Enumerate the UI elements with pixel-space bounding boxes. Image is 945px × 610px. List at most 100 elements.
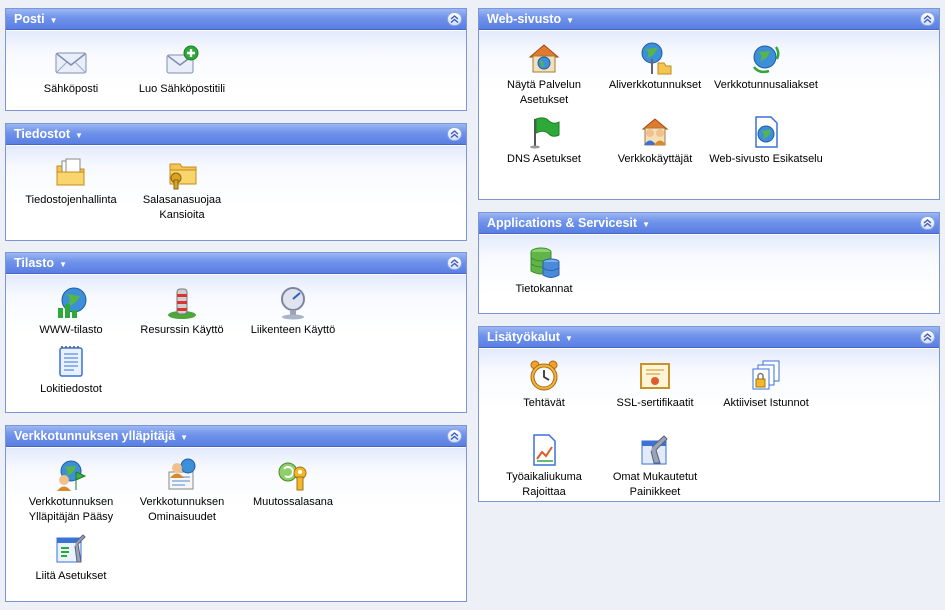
item-omat-painikkeet[interactable]: Omat Mukautetut Painikkeet	[597, 433, 713, 500]
dropdown-arrow-icon[interactable]: ▼	[59, 260, 67, 269]
database-icon	[530, 247, 560, 278]
item-label: DNS Asetukset	[507, 153, 581, 165]
item-www-tilasto[interactable]: WWW-tilasto	[13, 286, 129, 338]
item-label: Liitä Asetukset	[35, 570, 107, 582]
panel-header-tiedostot[interactable]: Tiedostot ▼	[6, 124, 466, 145]
panel-header-lisatyokalut[interactable]: Lisätyökalut ▼	[479, 327, 939, 348]
collapse-icon[interactable]	[447, 256, 462, 270]
envelope-icon	[55, 52, 87, 74]
domain-aliases-icon	[752, 45, 780, 74]
collapse-icon[interactable]	[447, 12, 462, 26]
dropdown-arrow-icon[interactable]: ▼	[566, 16, 574, 25]
file-manager-icon	[56, 158, 85, 186]
timeline-chart-icon	[533, 434, 556, 466]
collapse-icon[interactable]	[920, 216, 935, 230]
item-yllapitajan-paasy[interactable]: Verkkotunnuksen Ylläpitäjän Pääsy	[13, 458, 129, 525]
item-lokitiedostot[interactable]: Lokitiedostot	[13, 345, 129, 397]
panel-posti: Posti ▼ Sähköposti Luo Sähköpostitili	[5, 8, 467, 111]
subdomains-icon	[641, 42, 672, 75]
panel-body: Sähköposti Luo Sähköpostitili	[6, 31, 466, 110]
item-tietokannat[interactable]: Tietokannat	[486, 245, 602, 297]
item-liikenteen-kaytto[interactable]: Liikenteen Käyttö	[235, 286, 351, 338]
item-label: Lokitiedostot	[40, 383, 102, 395]
panel-title: Web-sivusto	[487, 12, 562, 26]
traffic-usage-icon	[281, 287, 305, 320]
collapse-icon[interactable]	[447, 127, 462, 141]
panel-header-posti[interactable]: Posti ▼	[6, 9, 466, 30]
item-muutossalasana[interactable]: Muutossalasana	[235, 458, 351, 510]
panel-body: WWW-tilasto Resurssin Käyttö Liikenteen …	[6, 275, 466, 412]
dropdown-arrow-icon[interactable]: ▼	[50, 16, 58, 25]
item-tyoaikaliukuma[interactable]: Työaikaliukuma Rajoittaa	[486, 433, 602, 500]
add-email-icon	[166, 45, 199, 74]
site-preview-icon	[755, 116, 778, 148]
item-label: Sähköposti	[43, 83, 99, 95]
item-label: Tiedostojenhallinta	[25, 194, 117, 206]
item-label: Tietokannat	[515, 283, 573, 295]
panel-tilasto: Tilasto ▼ WWW-tilasto Resurssin Käyttö L…	[5, 252, 467, 413]
item-label: Omat Mukautetut Painikkeet	[612, 471, 698, 498]
item-label: Työaikaliukuma Rajoittaa	[506, 471, 582, 498]
panel-title: Tiedostot	[14, 127, 71, 141]
panel-title: Posti	[14, 12, 45, 26]
item-sahkoposti[interactable]: Sähköposti	[13, 45, 129, 97]
panel-tiedostot: Tiedostot ▼ Tiedostojenhallinta Salasana…	[5, 123, 467, 241]
item-label: Web-sivusto Esikatselu	[709, 153, 823, 165]
item-label: Aliverkkotunnukset	[608, 79, 702, 91]
collapse-icon[interactable]	[920, 330, 935, 344]
custom-buttons-icon	[641, 435, 668, 465]
item-label: Muutossalasana	[252, 496, 334, 508]
service-settings-icon	[528, 44, 560, 73]
panel-websivusto: Web-sivusto ▼ Näytä Palvelun Asetukset A…	[478, 8, 940, 200]
change-password-icon	[278, 462, 307, 491]
panel-body: Verkkotunnuksen Ylläpitäjän Pääsy Verkko…	[6, 448, 466, 601]
collapse-icon[interactable]	[447, 429, 462, 443]
item-label: Näytä Palvelun Asetukset	[507, 79, 581, 106]
item-tehtavat[interactable]: Tehtävät	[486, 359, 602, 411]
item-label: WWW-tilasto	[39, 324, 103, 336]
item-ominaisuudet[interactable]: Verkkotunnuksen Ominaisuudet	[124, 458, 240, 525]
dropdown-arrow-icon[interactable]: ▼	[565, 334, 573, 343]
item-label: Aktiiviset Istunnot	[723, 397, 809, 409]
item-tiedostojenhallinta[interactable]: Tiedostojenhallinta	[13, 156, 129, 208]
panel-body: Tiedostojenhallinta Salasanasuojaa Kansi…	[6, 146, 466, 240]
item-ssl-sertifikaatit[interactable]: SSL-sertifikaatit	[597, 359, 713, 411]
item-label: Verkkotunnuksen Ominaisuudet	[139, 496, 225, 523]
item-label: Verkkokäyttäjät	[617, 153, 693, 165]
dropdown-arrow-icon[interactable]: ▼	[642, 220, 650, 229]
item-websivusto-esikatselu[interactable]: Web-sivusto Esikatselu	[708, 115, 824, 167]
item-salasanasuojaa[interactable]: Salasanasuojaa Kansioita	[124, 156, 240, 223]
panel-yllapitaja: Verkkotunnuksen ylläpitäjä ▼ Verkkotunnu…	[5, 425, 467, 602]
item-label: Verkkotunnusaliakset	[714, 79, 818, 91]
dns-flag-icon	[530, 117, 560, 149]
item-label: Salasanasuojaa Kansioita	[142, 194, 222, 221]
item-liita-asetukset[interactable]: Liitä Asetukset	[13, 532, 129, 584]
panel-header-websivusto[interactable]: Web-sivusto ▼	[479, 9, 939, 30]
collapse-icon[interactable]	[920, 12, 935, 26]
item-label: SSL-sertifikaatit	[616, 397, 694, 409]
item-aliverkkotunnukset[interactable]: Aliverkkotunnukset	[597, 41, 713, 93]
item-resurssin-kaytto[interactable]: Resurssin Käyttö	[124, 286, 240, 338]
item-palvelun-asetukset[interactable]: Näytä Palvelun Asetukset	[486, 41, 602, 108]
panel-header-applications[interactable]: Applications & Servicesit ▼	[479, 213, 939, 234]
admin-access-icon	[57, 460, 87, 491]
panel-body: Tietokannat	[479, 235, 939, 313]
item-label: Liikenteen Käyttö	[250, 324, 336, 336]
log-files-icon	[59, 346, 83, 377]
item-luo-sahkopostitili[interactable]: Luo Sähköpostitili	[124, 45, 240, 97]
item-dns-asetukset[interactable]: DNS Asetukset	[486, 115, 602, 167]
item-verkkokayttajat[interactable]: Verkkokäyttäjät	[597, 115, 713, 167]
item-label: Resurssin Käyttö	[140, 324, 224, 336]
panel-header-tilasto[interactable]: Tilasto ▼	[6, 253, 466, 274]
item-aktiiviset-istunnot[interactable]: Aktiiviset Istunnot	[708, 359, 824, 411]
panel-header-yllapitaja[interactable]: Verkkotunnuksen ylläpitäjä ▼	[6, 426, 466, 447]
dropdown-arrow-icon[interactable]: ▼	[180, 433, 188, 442]
panel-title: Tilasto	[14, 256, 55, 270]
dropdown-arrow-icon[interactable]: ▼	[75, 131, 83, 140]
alarm-clock-icon	[530, 360, 558, 391]
item-label: Verkkotunnuksen Ylläpitäjän Pääsy	[28, 496, 114, 523]
panel-body: Näytä Palvelun Asetukset Aliverkkotunnuk…	[479, 31, 939, 199]
item-label: Tehtävät	[523, 397, 565, 409]
panel-title: Lisätyökalut	[487, 330, 560, 344]
item-verkkotunnusaliakset[interactable]: Verkkotunnusaliakset	[708, 41, 824, 93]
